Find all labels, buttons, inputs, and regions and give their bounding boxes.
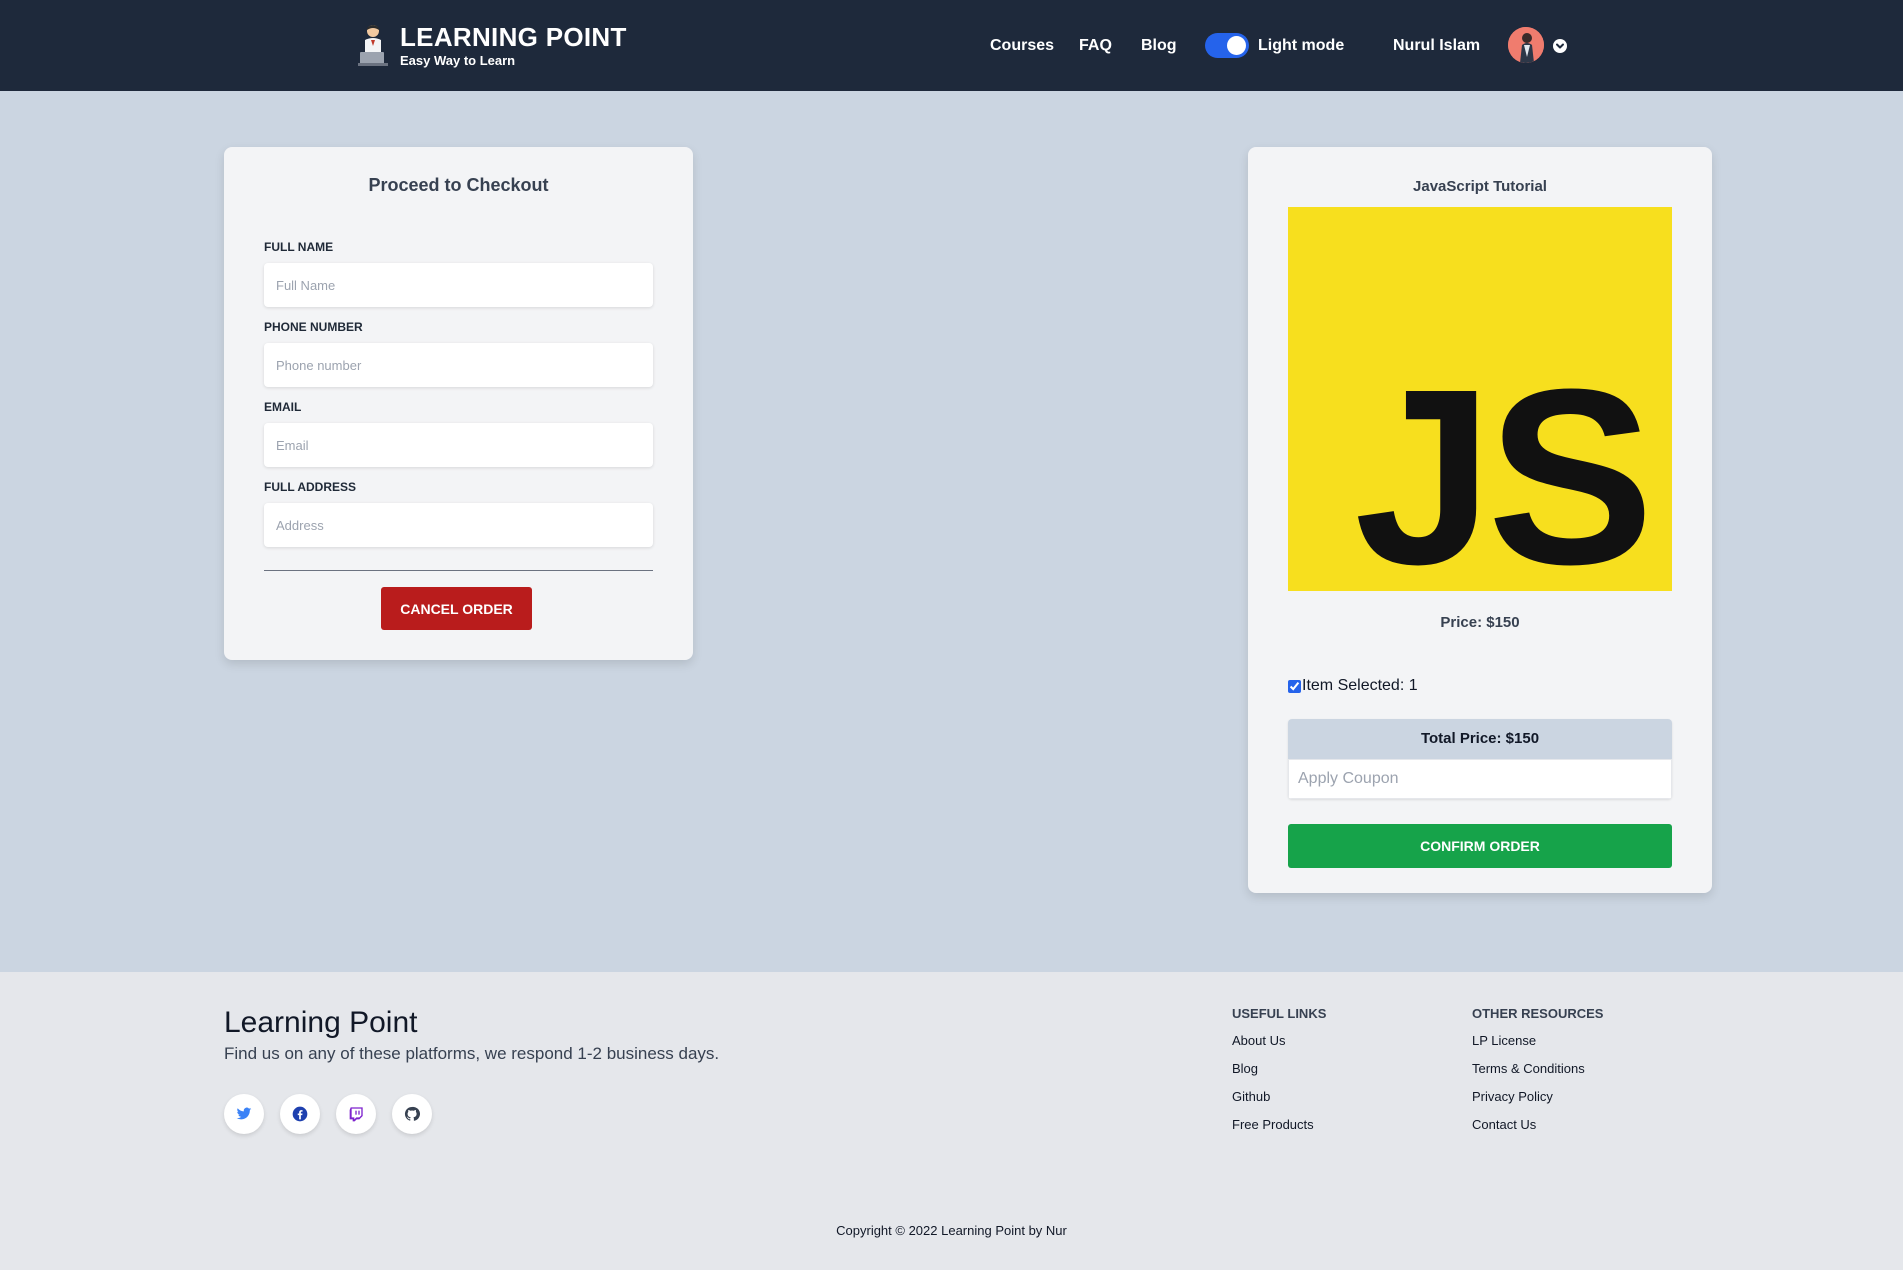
item-selected-checkbox[interactable] [1288, 679, 1301, 693]
confirm-order-button[interactable]: CONFIRM ORDER [1288, 824, 1672, 868]
javascript-logo-image: JS [1288, 207, 1672, 616]
footer-link-free-products[interactable]: Free Products [1232, 1117, 1326, 1145]
github-icon[interactable] [392, 1094, 432, 1134]
useful-links-heading: USEFUL LINKS [1232, 1006, 1327, 1021]
checkout-card: Proceed to Checkout FULL NAME PHONE NUMB… [224, 147, 693, 660]
total-price: Total Price: $150 [1288, 719, 1672, 759]
footer-link-contact[interactable]: Contact Us [1472, 1117, 1603, 1145]
copyright: Copyright © 2022 Learning Point by Nur [836, 1223, 1067, 1238]
js-logo-text: JS [1354, 337, 1648, 591]
chevron-down-icon[interactable] [1553, 39, 1567, 53]
full-name-label: FULL NAME [264, 240, 334, 254]
navbar: LEARNING POINT Easy Way to Learn Courses… [0, 0, 1903, 91]
avatar[interactable] [1508, 27, 1544, 63]
twitch-icon[interactable] [336, 1094, 376, 1134]
theme-toggle[interactable] [1205, 33, 1249, 58]
footer-link-privacy[interactable]: Privacy Policy [1472, 1089, 1603, 1117]
product-card: JavaScript Tutorial JS Price: $150 Item … [1248, 147, 1712, 893]
footer-link-lp-license[interactable]: LP License [1472, 1033, 1603, 1061]
other-resources: OTHER RESOURCES LP License Terms & Condi… [1472, 1006, 1603, 1145]
toggle-knob [1227, 36, 1246, 55]
product-title: JavaScript Tutorial [1413, 178, 1547, 195]
email-label: EMAIL [264, 400, 302, 414]
nav-link-blog[interactable]: Blog [1141, 37, 1177, 55]
user-name[interactable]: Nurul Islam [1393, 37, 1480, 55]
facebook-icon[interactable] [280, 1094, 320, 1134]
nav-link-courses[interactable]: Courses [990, 37, 1054, 55]
brand[interactable]: LEARNING POINT Easy Way to Learn [356, 22, 627, 68]
useful-links: USEFUL LINKS About Us Blog Github Free P… [1232, 1006, 1326, 1145]
footer: Learning Point Find us on any of these p… [0, 972, 1903, 1270]
nav-link-faq[interactable]: FAQ [1079, 37, 1112, 55]
footer-link-terms[interactable]: Terms & Conditions [1472, 1061, 1603, 1089]
footer-title: Learning Point [224, 1006, 418, 1039]
product-price: Price: $150 [1440, 614, 1520, 631]
email-input[interactable] [264, 423, 653, 467]
cancel-order-button[interactable]: CANCEL ORDER [381, 587, 532, 630]
full-name-input[interactable] [264, 263, 653, 307]
brand-tagline: Easy Way to Learn [400, 53, 516, 68]
other-resources-heading: OTHER RESOURCES [1472, 1006, 1604, 1021]
checkout-heading: Proceed to Checkout [368, 175, 549, 195]
footer-subtitle: Find us on any of these platforms, we re… [224, 1044, 720, 1063]
theme-mode-label: Light mode [1258, 37, 1345, 54]
address-label: FULL ADDRESS [264, 480, 357, 494]
footer-link-blog[interactable]: Blog [1232, 1061, 1326, 1089]
footer-link-github[interactable]: Github [1232, 1089, 1326, 1117]
total-price-box: Total Price: $150 [1288, 719, 1672, 799]
item-selected: Item Selected: 1 [1288, 677, 1418, 695]
brand-logo-icon [356, 22, 390, 68]
brand-title: LEARNING POINT [400, 22, 627, 52]
address-input[interactable] [264, 503, 653, 547]
item-selected-label: Item Selected: 1 [1302, 677, 1418, 694]
phone-number-input[interactable] [264, 343, 653, 387]
form-divider [264, 570, 653, 571]
coupon-input[interactable] [1288, 759, 1672, 799]
twitter-icon[interactable] [224, 1094, 264, 1134]
phone-number-label: PHONE NUMBER [264, 320, 363, 334]
footer-link-about-us[interactable]: About Us [1232, 1033, 1326, 1061]
